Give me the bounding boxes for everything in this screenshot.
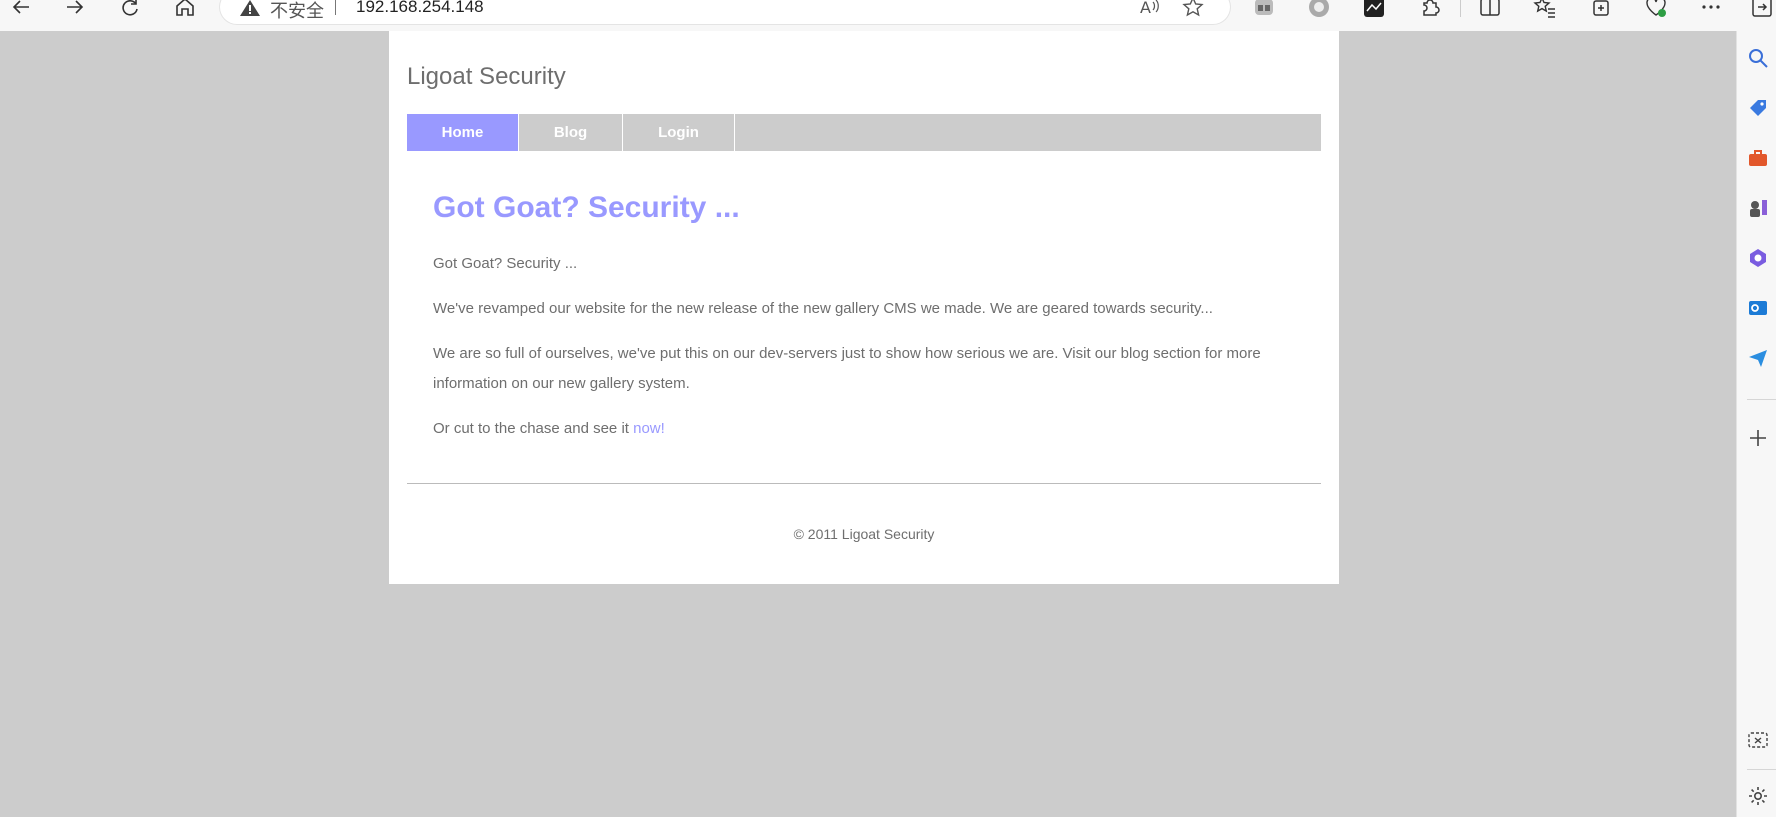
read-aloud-icon[interactable]: A — [1138, 0, 1160, 23]
url-text[interactable]: 192.168.254.148 — [356, 0, 484, 17]
extension-circle-icon[interactable] — [1307, 0, 1331, 19]
main-nav: Home Blog Login — [407, 114, 1321, 151]
outlook-icon[interactable] — [1747, 297, 1769, 319]
now-link[interactable]: now! — [633, 420, 665, 437]
shopping-tag-icon[interactable] — [1747, 97, 1769, 119]
nav-home[interactable]: Home — [407, 114, 519, 151]
footer-copyright: © 2011 Ligoat Security — [793, 526, 935, 542]
office-icon[interactable] — [1747, 247, 1769, 269]
split-screen-icon[interactable] — [1478, 0, 1502, 19]
favorites-icon[interactable] — [1533, 0, 1557, 19]
browser-sidebar — [1736, 31, 1776, 817]
chase-text: Or cut to the chase and see it — [433, 420, 634, 437]
site-title: Ligoat Security — [407, 63, 566, 90]
home-icon[interactable] — [172, 0, 198, 20]
add-icon[interactable] — [1747, 427, 1769, 449]
dev-servers-paragraph: We are so full of ourselves, we've put t… — [433, 345, 1261, 392]
browser-toolbar: 不安全 192.168.254.148 A — [0, 0, 1776, 31]
sidebar-divider — [1747, 399, 1776, 400]
extension-icon[interactable] — [1252, 0, 1276, 19]
nav-login[interactable]: Login — [623, 114, 735, 151]
security-label[interactable]: 不安全 — [270, 0, 324, 23]
page-container: Ligoat Security Home Blog Login Got Goat… — [389, 31, 1339, 584]
sidebar-divider-bottom — [1747, 769, 1776, 770]
warning-icon[interactable] — [240, 0, 260, 21]
svg-text:A: A — [1140, 0, 1151, 17]
nav-blog[interactable]: Blog — [519, 114, 623, 151]
intro-paragraph: Got Goat? Security ... — [433, 255, 578, 272]
chase-paragraph: Or cut to the chase and see it now! — [433, 414, 1293, 444]
page-heading: Got Goat? Security ... — [433, 191, 740, 224]
puzzle-icon[interactable] — [1418, 0, 1442, 19]
extension-dark-icon[interactable] — [1362, 0, 1386, 19]
toolbar-divider — [1460, 0, 1461, 17]
forward-icon[interactable] — [62, 0, 88, 20]
more-icon[interactable] — [1699, 0, 1723, 19]
refresh-icon[interactable] — [117, 0, 143, 20]
tools-icon[interactable] — [1747, 147, 1769, 169]
page-viewport: Ligoat Security Home Blog Login Got Goat… — [0, 31, 1736, 817]
health-icon[interactable] — [1644, 0, 1668, 19]
send-icon[interactable] — [1747, 347, 1769, 369]
address-bar[interactable]: 不安全 192.168.254.148 A — [220, 0, 1230, 24]
back-icon[interactable] — [8, 0, 34, 20]
games-icon[interactable] — [1747, 197, 1769, 219]
address-separator — [335, 0, 336, 15]
search-icon[interactable] — [1747, 47, 1769, 69]
footer-divider — [407, 483, 1321, 484]
settings-gear-icon[interactable] — [1747, 785, 1769, 807]
favorite-star-icon[interactable] — [1182, 0, 1204, 23]
revamp-paragraph: We've revamped our website for the new r… — [433, 300, 1213, 317]
collections-icon[interactable] — [1589, 0, 1613, 19]
sidebar-toggle-icon[interactable] — [1750, 0, 1774, 19]
screenshot-icon[interactable] — [1747, 729, 1769, 751]
main-content: Got Goat? Security ... Got Goat? Securit… — [433, 191, 1293, 459]
